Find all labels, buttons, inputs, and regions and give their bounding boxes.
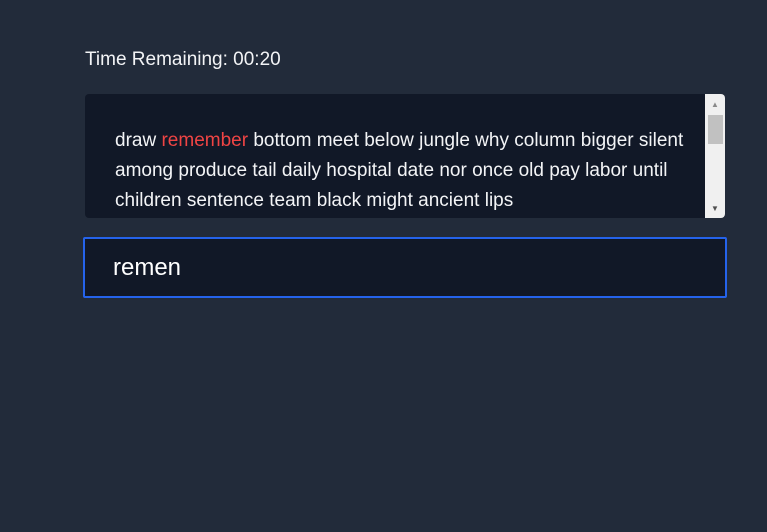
scroll-down-arrow-icon[interactable]: ▼ — [705, 200, 725, 216]
word-list: draw remember bottom meet below jungle w… — [115, 126, 685, 216]
word: among — [115, 160, 174, 181]
word: until — [632, 160, 668, 181]
word: children — [115, 190, 182, 211]
word: below — [364, 130, 414, 151]
word: hospital — [326, 160, 392, 181]
word: once — [472, 160, 514, 181]
word: lips — [484, 190, 514, 211]
word: ancient — [418, 190, 480, 211]
word: bigger — [580, 130, 634, 151]
word: nor — [439, 160, 467, 181]
word: might — [366, 190, 413, 211]
word: silent — [638, 130, 684, 151]
word: bottom — [253, 130, 312, 151]
scroll-up-arrow-icon[interactable]: ▲ — [705, 96, 725, 112]
scrollbar-thumb[interactable] — [708, 115, 723, 144]
time-remaining-label: Time Remaining: 00:20 — [85, 49, 281, 70]
word: daily — [281, 160, 321, 181]
word: tail — [252, 160, 277, 181]
word: team — [269, 190, 312, 211]
word: jungle — [419, 130, 470, 151]
word: old — [518, 160, 544, 181]
word: produce — [178, 160, 248, 181]
word: column — [514, 130, 576, 151]
typing-input[interactable] — [83, 237, 727, 298]
word: sentence — [186, 190, 264, 211]
word: labor — [585, 160, 628, 181]
current-word: remember — [161, 130, 249, 151]
word-panel-scrollbar[interactable]: ▲ ▼ — [705, 94, 725, 218]
word: pay — [549, 160, 580, 181]
word: black — [316, 190, 362, 211]
word: meet — [316, 130, 359, 151]
word: date — [397, 160, 435, 181]
word-display-panel: draw remember bottom meet below jungle w… — [85, 94, 725, 218]
word: draw — [115, 130, 157, 151]
word: why — [475, 130, 509, 151]
